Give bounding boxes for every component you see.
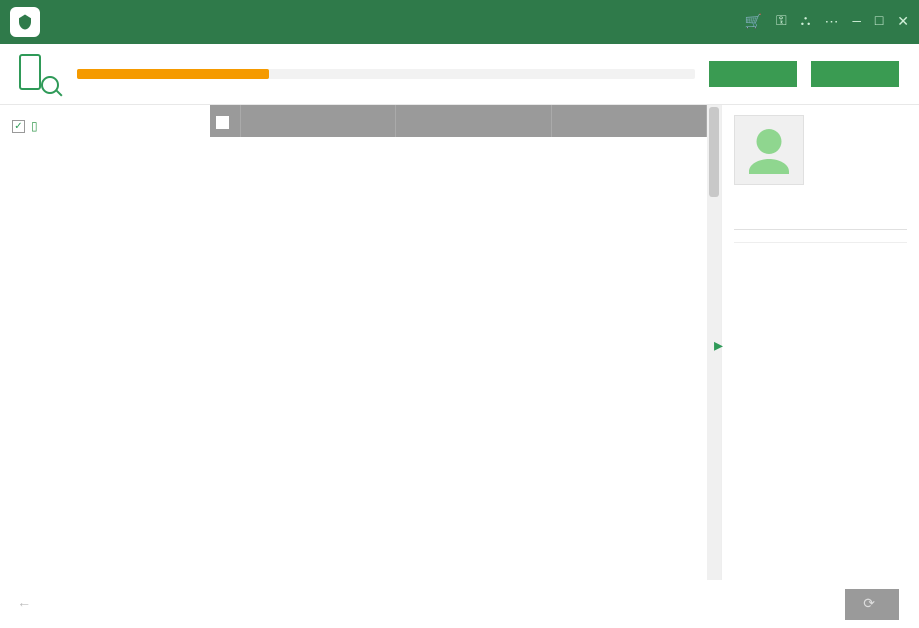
cart-icon[interactable]: 🛒 <box>745 14 762 31</box>
device-row[interactable]: ▯ <box>8 115 202 146</box>
app-logo <box>10 7 40 37</box>
footer: ← ⟳ <box>0 580 919 628</box>
maximize-icon[interactable]: □ <box>875 14 883 30</box>
avatar <box>734 115 804 185</box>
key-icon[interactable]: ⚿ <box>776 14 787 30</box>
sidebar: ▯ <box>0 105 210 580</box>
feedback-icon[interactable]: ⛬ <box>801 14 811 30</box>
progress-bar <box>77 69 695 79</box>
select-all-checkbox[interactable] <box>216 116 229 129</box>
minimize-icon[interactable]: — <box>852 14 860 30</box>
device-checkbox[interactable] <box>12 120 25 133</box>
close-icon[interactable]: ✕ <box>897 14 909 31</box>
phone-icon: ▯ <box>31 119 38 134</box>
recover-icon: ⟳ <box>863 596 875 613</box>
back-button[interactable]: ← <box>20 596 38 612</box>
detail-phone-label <box>734 225 907 230</box>
col-email[interactable] <box>551 105 707 137</box>
contacts-table <box>210 105 707 137</box>
scan-device-icon <box>15 54 63 94</box>
section-contacts-messages <box>8 146 202 160</box>
expand-handle-icon[interactable]: ▸ <box>714 335 723 357</box>
title-bar: 🛒 ⚿ ⛬ ⋯ — □ ✕ <box>0 0 919 44</box>
back-arrow-icon: ← <box>20 596 28 612</box>
recover-button[interactable]: ⟳ <box>845 589 899 620</box>
pause-button[interactable] <box>709 61 797 87</box>
menu-icon[interactable]: ⋯ <box>824 14 838 31</box>
contacts-table-wrap <box>210 105 721 580</box>
section-media <box>8 160 202 174</box>
col-phone[interactable] <box>396 105 552 137</box>
detail-panel: ▸ <box>721 105 919 580</box>
col-name[interactable] <box>240 105 396 137</box>
scan-bar <box>0 44 919 105</box>
stop-button[interactable] <box>811 61 899 87</box>
